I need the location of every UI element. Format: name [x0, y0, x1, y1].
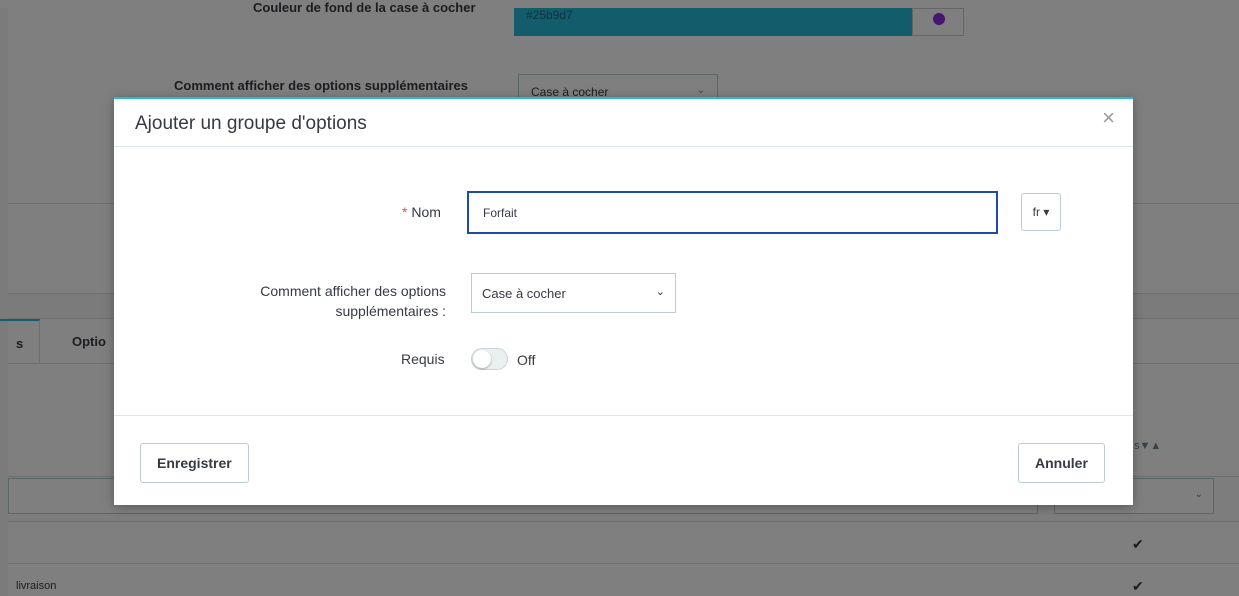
language-dropdown-button[interactable]: fr ▾: [1021, 193, 1061, 231]
chevron-down-icon: ⌄: [655, 286, 665, 298]
display-label: Comment afficher des options supplémenta…: [234, 281, 446, 321]
close-icon[interactable]: ×: [1102, 105, 1115, 131]
required-star: *: [402, 204, 408, 220]
name-label: Nom: [411, 204, 441, 220]
required-state: Off: [517, 352, 536, 368]
name-label-wrapper: * Nom: [402, 204, 441, 220]
required-toggle[interactable]: [471, 348, 508, 370]
name-input[interactable]: [467, 191, 998, 234]
cancel-button[interactable]: Annuler: [1018, 443, 1105, 483]
display-options-value: Case à cocher: [482, 286, 566, 301]
save-button[interactable]: Enregistrer: [140, 443, 249, 483]
display-label-line1: Comment afficher des options: [260, 283, 446, 299]
toggle-knob: [473, 350, 491, 368]
display-options-select[interactable]: Case à cocher ⌄: [471, 273, 676, 313]
required-label: Requis: [401, 351, 445, 367]
modal-header: Ajouter un groupe d'options ×: [114, 99, 1133, 147]
modal-title: Ajouter un groupe d'options: [135, 113, 367, 134]
add-option-group-modal: Ajouter un groupe d'options × * Nom fr ▾…: [114, 97, 1133, 505]
modal-footer: Enregistrer Annuler: [114, 415, 1133, 507]
display-label-line2: supplémentaires :: [335, 303, 446, 319]
